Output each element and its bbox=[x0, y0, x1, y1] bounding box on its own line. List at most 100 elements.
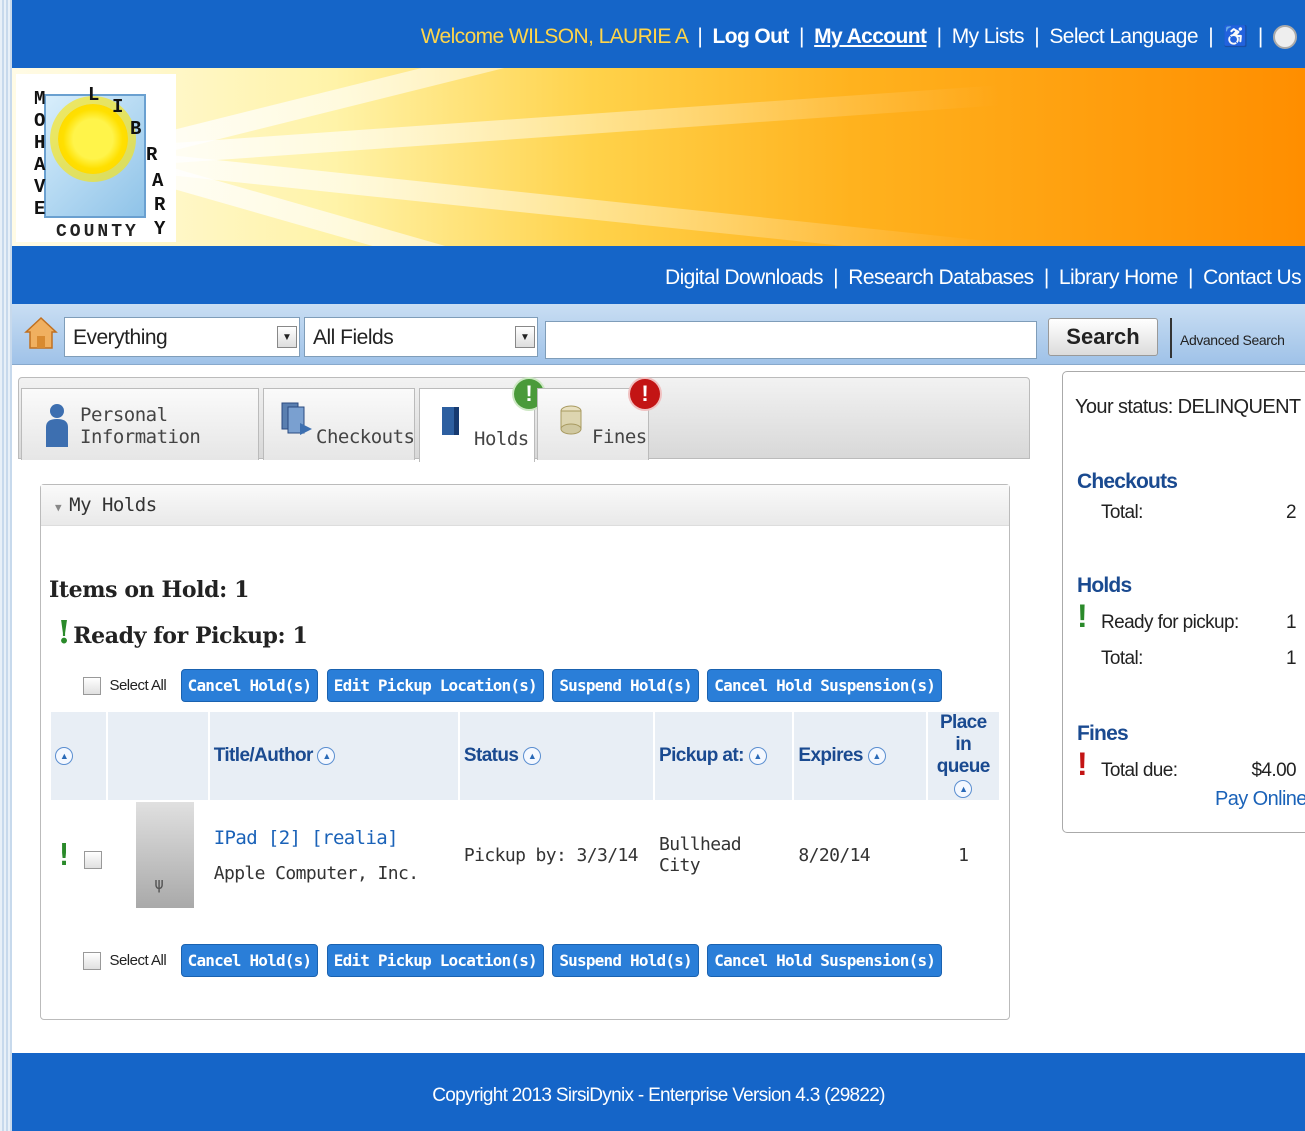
account-links: Welcome WILSON, LAURIE A | Log Out | My … bbox=[420, 24, 1297, 50]
status-column-header[interactable]: Status ▲ bbox=[459, 712, 654, 800]
logo-county-text: COUNTY bbox=[56, 222, 139, 242]
cancel-hold-suspension-button[interactable]: Cancel Hold Suspension(s) bbox=[707, 944, 943, 977]
ready-indicator-icon: ! bbox=[55, 837, 73, 873]
title-author-column-header[interactable]: Title/Author ▲ bbox=[209, 712, 458, 800]
edit-pickup-location-button[interactable]: Edit Pickup Location(s) bbox=[326, 669, 544, 702]
ready-indicator-icon: ! bbox=[1077, 598, 1088, 634]
tab-personal-information[interactable]: Personal Information bbox=[21, 388, 259, 460]
select-all-checkbox[interactable] bbox=[83, 951, 101, 970]
total-due-row: Total due: $4.00 bbox=[1101, 760, 1297, 781]
account-tabs: Personal Information Checkouts Holds ! F… bbox=[18, 377, 1030, 462]
holds-table-header: ▲ Title/Author ▲ Status ▲ Pickup at: ▲ E… bbox=[51, 712, 999, 800]
nav-contact-us[interactable]: Contact Us bbox=[1203, 266, 1301, 289]
place-in-queue-column-header[interactable]: Place in queue ▲ bbox=[927, 712, 999, 800]
apple-logo-icon: ψ bbox=[154, 874, 164, 893]
nav-library-home[interactable]: Library Home bbox=[1059, 266, 1178, 289]
holds-actions-bottom: Select All Cancel Hold(s) Edit Pickup Lo… bbox=[83, 944, 946, 977]
thumbnail-column-header bbox=[108, 712, 208, 800]
table-row: ! ψ IPad [2] [realia] Apple Computer, In… bbox=[51, 802, 999, 908]
account-main: Personal Information Checkouts Holds ! F… bbox=[18, 377, 1032, 1042]
my-holds-header[interactable]: ▼ My Holds bbox=[41, 485, 1009, 526]
copyright-text: Copyright 2013 SirsiDynix - Enterprise V… bbox=[432, 1085, 885, 1106]
sort-icon[interactable]: ▲ bbox=[55, 746, 73, 765]
my-lists-link[interactable]: My Lists bbox=[952, 25, 1025, 48]
book-icon bbox=[442, 407, 459, 435]
row-checkbox[interactable] bbox=[84, 850, 103, 869]
sort-icon[interactable]: ▲ bbox=[867, 746, 886, 765]
search-field-select[interactable]: All Fields ▼ bbox=[304, 317, 538, 357]
search-bar: Everything ▼ All Fields ▼ Search Advance… bbox=[12, 304, 1305, 365]
row-select-cell: ! bbox=[51, 802, 106, 908]
cancel-hold-suspension-button[interactable]: Cancel Hold Suspension(s) bbox=[707, 669, 943, 702]
item-thumbnail[interactable]: ψ bbox=[136, 802, 195, 908]
advanced-search-link[interactable]: Advanced Search bbox=[1170, 318, 1285, 358]
tab-holds[interactable]: Holds ! bbox=[419, 379, 544, 462]
page: Welcome WILSON, LAURIE A | Log Out | My … bbox=[12, 0, 1305, 1131]
library-logo[interactable]: M O H A V E L I B R A R Y COUNTY bbox=[16, 74, 176, 242]
queue-position-cell: 1 bbox=[958, 844, 969, 866]
cancel-holds-button[interactable]: Cancel Hold(s) bbox=[180, 944, 319, 977]
help-icon[interactable] bbox=[1273, 25, 1297, 50]
sort-icon[interactable]: ▲ bbox=[523, 746, 542, 765]
nav-research-databases[interactable]: Research Databases bbox=[848, 266, 1034, 289]
coins-icon bbox=[560, 405, 582, 435]
holds-heading[interactable]: Holds bbox=[1077, 574, 1132, 598]
tab-checkouts[interactable]: Checkouts bbox=[263, 388, 415, 460]
checkout-books-icon bbox=[281, 402, 312, 435]
person-icon bbox=[46, 404, 68, 447]
pickup-at-column-header[interactable]: Pickup at: ▲ bbox=[655, 712, 793, 800]
expires-column-header[interactable]: Expires ▲ bbox=[794, 712, 926, 800]
pickup-location-cell: Bullhead City bbox=[659, 834, 742, 876]
search-scope-select[interactable]: Everything ▼ bbox=[64, 317, 300, 357]
secondary-nav: Digital Downloads | Research Databases |… bbox=[12, 246, 1305, 304]
collapse-caret-icon[interactable]: ▼ bbox=[55, 501, 62, 514]
left-decorative-strip bbox=[0, 0, 12, 1131]
nav-digital-downloads[interactable]: Digital Downloads bbox=[665, 266, 823, 289]
top-bar: Welcome WILSON, LAURIE A | Log Out | My … bbox=[12, 0, 1305, 68]
search-input[interactable] bbox=[545, 321, 1037, 359]
cancel-holds-button[interactable]: Cancel Hold(s) bbox=[180, 669, 319, 702]
footer: Copyright 2013 SirsiDynix - Enterprise V… bbox=[12, 1053, 1305, 1131]
logout-link[interactable]: Log Out bbox=[713, 25, 790, 48]
tab-fines[interactable]: Fines ! bbox=[537, 379, 660, 460]
holds-total-row: Total: 1 bbox=[1101, 648, 1297, 669]
sort-icon[interactable]: ▲ bbox=[748, 746, 767, 765]
ready-indicator-icon: ! bbox=[57, 613, 71, 651]
suspend-holds-button[interactable]: Suspend Hold(s) bbox=[552, 944, 699, 977]
suspend-holds-button[interactable]: Suspend Hold(s) bbox=[552, 669, 699, 702]
holds-table: ▲ Title/Author ▲ Status ▲ Pickup at: ▲ E… bbox=[49, 710, 1001, 910]
status-cell: Pickup by: 3/3/14 bbox=[463, 844, 639, 866]
title-author-cell: IPad [2] [realia] Apple Computer, Inc. bbox=[210, 802, 458, 908]
fines-alert-icon: ! bbox=[1077, 746, 1088, 782]
select-all-label: Select All bbox=[109, 952, 167, 969]
item-title-link[interactable]: IPad [2] [realia] bbox=[214, 827, 454, 849]
chevron-down-icon[interactable]: ▼ bbox=[277, 326, 297, 348]
welcome-text: Welcome WILSON, LAURIE A bbox=[420, 25, 688, 48]
accessibility-icon[interactable]: ♿ bbox=[1223, 26, 1248, 48]
holds-actions-top: Select All Cancel Hold(s) Edit Pickup Lo… bbox=[83, 669, 946, 702]
items-on-hold-count: Items on Hold: 1 bbox=[49, 577, 249, 603]
sort-icon[interactable]: ▲ bbox=[317, 746, 336, 765]
my-holds-panel: ▼ My Holds Items on Hold: 1 ! Ready for P… bbox=[40, 484, 1010, 1020]
select-language-link[interactable]: Select Language bbox=[1049, 25, 1198, 48]
my-account-link[interactable]: My Account bbox=[814, 25, 927, 48]
select-column-header[interactable]: ▲ bbox=[51, 712, 107, 800]
select-all-label: Select All bbox=[109, 677, 167, 694]
library-banner: M O H A V E L I B R A R Y COUNTY bbox=[12, 68, 1305, 246]
item-author: Apple Computer, Inc. bbox=[213, 862, 419, 884]
sort-icon[interactable]: ▲ bbox=[954, 779, 973, 798]
account-status: Your status: DELINQUENT bbox=[1075, 396, 1301, 418]
ready-for-pickup-row: Ready for pickup: 1 bbox=[1101, 612, 1297, 633]
edit-pickup-location-button[interactable]: Edit Pickup Location(s) bbox=[326, 944, 544, 977]
search-button[interactable]: Search bbox=[1048, 318, 1158, 356]
ready-for-pickup-count: ! Ready for Pickup: 1 bbox=[57, 613, 308, 651]
select-all-checkbox[interactable] bbox=[83, 676, 101, 695]
pay-online-link[interactable]: Pay Online bbox=[1215, 788, 1305, 811]
checkouts-heading[interactable]: Checkouts bbox=[1077, 470, 1178, 494]
home-icon[interactable] bbox=[24, 316, 58, 350]
chevron-down-icon[interactable]: ▼ bbox=[515, 326, 535, 348]
expires-cell: 8/20/14 bbox=[798, 844, 871, 866]
account-status-box: Your status: DELINQUENT Checkouts Total:… bbox=[1062, 371, 1305, 833]
fines-alert-badge: ! bbox=[630, 379, 660, 409]
fines-heading[interactable]: Fines bbox=[1077, 722, 1129, 746]
